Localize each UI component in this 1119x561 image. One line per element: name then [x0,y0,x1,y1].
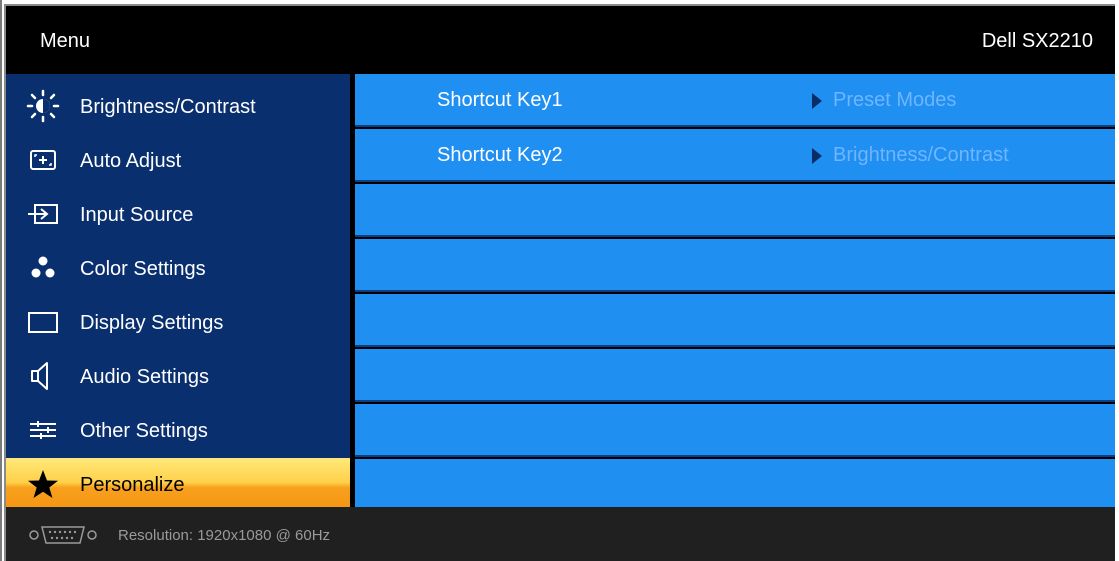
sidebar-item-label: Other Settings [80,420,208,442]
shortcut-key1-row[interactable]: Shortcut Key1 Preset Modes [355,74,1115,127]
empty-row [355,404,1115,457]
row-label: Shortcut Key2 [437,144,563,166]
sidebar-item-label: Audio Settings [80,366,209,388]
sidebar-item-label: Color Settings [80,258,206,280]
empty-row [355,459,1115,507]
row-label: Shortcut Key1 [437,89,563,111]
star-icon [26,467,60,501]
sidebar-item-label: Brightness/Contrast [80,96,256,118]
input-source-icon [26,197,60,231]
menu-body: Brightness/Contrast Auto Adjust Input So… [6,74,1115,512]
menu-title: Menu [40,30,91,52]
color-settings-icon [26,251,60,285]
menu-header: Menu Dell SX2210 [6,6,1115,74]
empty-row [355,184,1115,237]
monitor-model: Dell SX2210 [981,30,1093,52]
triangle-right-icon [812,148,822,164]
empty-row [355,239,1115,292]
vga-connector-icon [28,524,98,551]
sidebar-item-brightness-contrast[interactable]: Brightness/Contrast [6,80,350,134]
row-value: Brightness/Contrast [833,144,1009,166]
empty-row [355,349,1115,402]
osd-menu: Menu Dell SX2210 Brightness/Contrast Aut… [4,4,1115,561]
sliders-icon [26,413,60,447]
sidebar-item-display-settings[interactable]: Display Settings [6,296,350,350]
sidebar-item-label: Auto Adjust [80,150,182,172]
shortcut-key2-row[interactable]: Shortcut Key2 Brightness/Contrast [355,129,1115,182]
display-settings-icon [26,305,60,339]
sidebar: Brightness/Contrast Auto Adjust Input So… [6,74,350,512]
resolution-status: Resolution: 1920x1080 @ 60Hz [118,527,331,544]
speaker-icon [26,359,60,393]
sidebar-item-input-source[interactable]: Input Source [6,188,350,242]
row-value: Preset Modes [833,89,957,111]
auto-adjust-icon [26,143,60,177]
brightness-icon [26,89,60,123]
sidebar-item-label: Input Source [80,204,194,226]
sidebar-item-auto-adjust[interactable]: Auto Adjust [6,134,350,188]
triangle-right-icon [812,93,822,109]
sidebar-item-color-settings[interactable]: Color Settings [6,242,350,296]
status-bar: Resolution: 1920x1080 @ 60Hz [6,507,1115,561]
sidebar-item-personalize[interactable]: Personalize [6,458,350,512]
settings-panel: Shortcut Key1 Preset Modes Shortcut Key2… [355,74,1115,507]
sidebar-item-other-settings[interactable]: Other Settings [6,404,350,458]
sidebar-item-audio-settings[interactable]: Audio Settings [6,350,350,404]
sidebar-item-label: Personalize [80,474,185,496]
window-edge [0,0,2,561]
empty-row [355,294,1115,347]
sidebar-item-label: Display Settings [80,312,224,334]
